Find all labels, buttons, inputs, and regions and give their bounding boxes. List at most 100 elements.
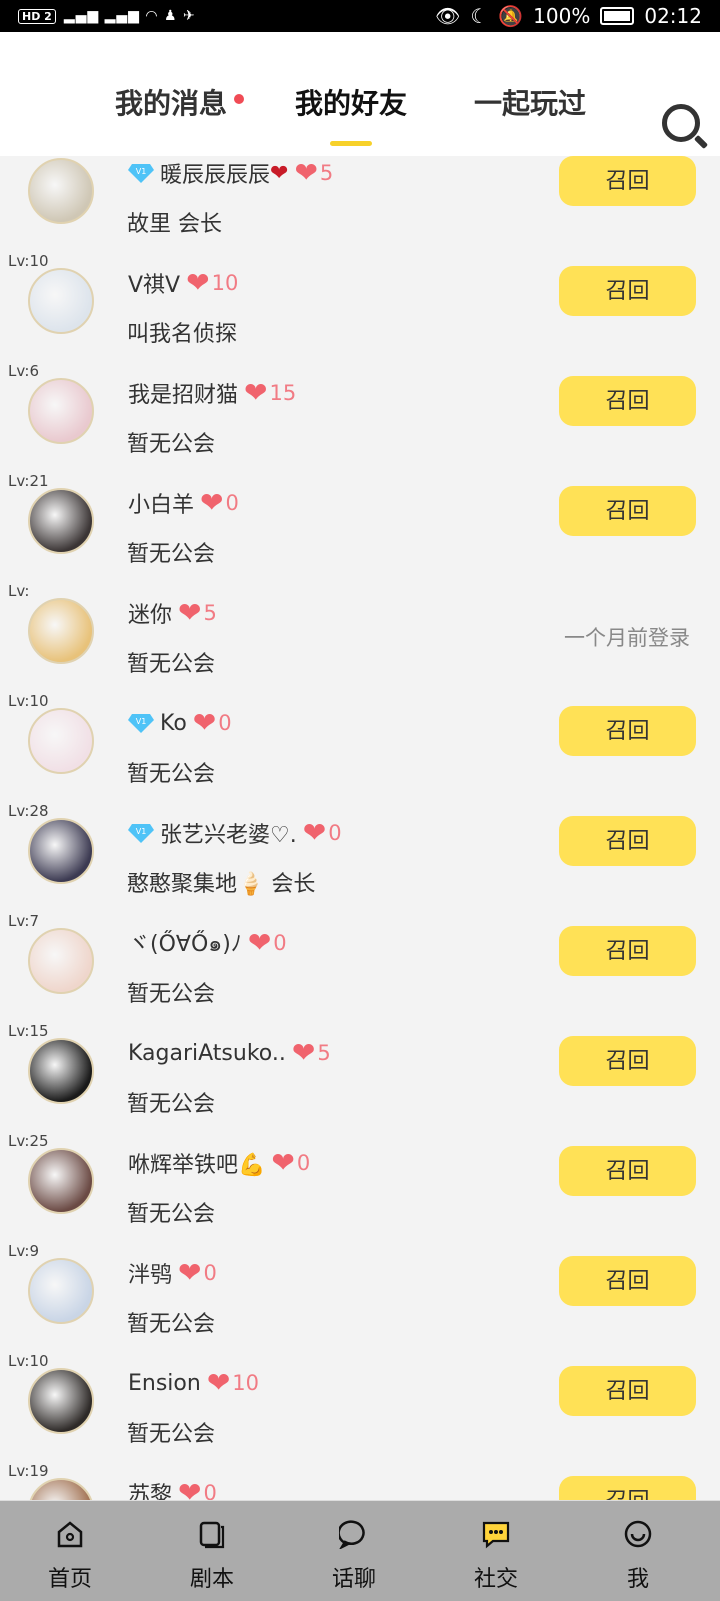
hd-badge: HD 2: [18, 8, 56, 24]
recall-button[interactable]: 召回: [559, 1366, 696, 1416]
nav-item[interactable]: 剧本: [162, 1501, 262, 1601]
avatar[interactable]: [28, 818, 94, 884]
friend-row[interactable]: Lv:28 V1 张艺兴老婆♡. ❤ 0 憨憨聚集地🍦 会长 召回: [0, 802, 720, 914]
friend-row[interactable]: Lv: 迷你 ❤ 5 暂无公会 一个月前登录: [0, 582, 720, 694]
home-icon: [55, 1519, 85, 1549]
friend-row[interactable]: Lv:20V1暖辰辰辰辰❤❤5故里 会长召回: [0, 156, 720, 254]
tab-my-friends[interactable]: 我的好友: [295, 82, 407, 122]
recall-button[interactable]: 召回: [559, 1256, 696, 1306]
guild-label: 憨憨聚集地🍦 会长: [127, 872, 316, 897]
heart-icon: ❤: [291, 1036, 316, 1069]
friend-row[interactable]: Lv:15 KagariAtsuko.. ❤ 5 暂无公会 召回: [0, 1022, 720, 1134]
social-chat-icon: [481, 1519, 511, 1549]
heart-icon: ❤: [244, 376, 268, 409]
avatar[interactable]: [28, 158, 94, 224]
heart-count: 0: [328, 821, 342, 845]
profile-icon: [623, 1519, 653, 1549]
level-label: Lv:19: [8, 1462, 49, 1480]
avatar[interactable]: [28, 488, 94, 554]
avatar[interactable]: [28, 1368, 94, 1434]
guild-label: 暂无公会: [127, 1422, 216, 1447]
friend-list[interactable]: Lv:20V1暖辰辰辰辰❤❤5故里 会长召回Lv:10V祺V❤10叫我名侦探召回…: [0, 156, 720, 1500]
friend-row[interactable]: Lv:10 V祺V ❤ 10 叫我名侦探 召回: [0, 252, 720, 364]
recall-button[interactable]: 召回: [559, 1036, 696, 1086]
vip-diamond-icon: V1: [128, 162, 154, 184]
level-label: Lv:21: [8, 472, 49, 490]
heart-icon: ❤: [186, 266, 210, 299]
friend-row[interactable]: Lv:9 泮鸮 ❤ 0 暂无公会 召回: [0, 1242, 720, 1354]
avatar[interactable]: [28, 268, 94, 334]
heart-icon: ❤: [192, 706, 217, 739]
recall-button[interactable]: 召回: [559, 706, 696, 756]
friend-name: Ko: [160, 710, 187, 736]
level-label: Lv:25: [8, 1132, 49, 1150]
name-line: 苏黎 ❤ 0: [128, 1476, 217, 1501]
avatar[interactable]: [28, 1478, 94, 1500]
avatar[interactable]: [28, 708, 94, 774]
battery-level: 100%: [533, 4, 591, 28]
heart-count: 0: [218, 711, 232, 735]
level-label: Lv:9: [8, 1242, 40, 1260]
nav-label: 话聊: [331, 1567, 376, 1592]
name-line: V祺V ❤ 10: [128, 266, 239, 299]
avatar[interactable]: [28, 1258, 94, 1324]
nav-label: 剧本: [189, 1567, 234, 1592]
level-label: Lv:10: [8, 1352, 49, 1370]
recall-button[interactable]: 召回: [559, 266, 696, 316]
avatar[interactable]: [28, 1038, 94, 1104]
friend-name: ヾ(Ő∀Ő๑)ﾉ: [128, 931, 242, 957]
recall-button[interactable]: 召回: [559, 816, 696, 866]
tab-my-messages[interactable]: 我的消息: [115, 82, 227, 122]
heart-icon: ❤: [178, 1476, 202, 1501]
friend-row[interactable]: Lv:19 苏黎 ❤0 召回: [0, 1462, 720, 1501]
friend-row[interactable]: Lv:25 咻辉举铁吧💪 ❤ 0 暂无公会 召回: [0, 1132, 720, 1244]
guild-label: 暂无公会: [127, 542, 216, 567]
recall-button[interactable]: 召回: [559, 1476, 696, 1500]
heart-icon: ❤: [294, 156, 318, 189]
guild-label: 叫我名侦探: [127, 322, 238, 347]
red-heart-emoji: ❤: [270, 160, 289, 186]
name-line: V1 Ko ❤ 0: [128, 708, 232, 738]
heart-count: 5: [203, 601, 217, 625]
friend-name: 小白羊: [128, 493, 195, 518]
heart-count: 0: [225, 491, 239, 515]
recall-button[interactable]: 召回: [559, 156, 696, 206]
avatar[interactable]: [28, 378, 94, 444]
friend-row[interactable]: Lv:7 ヾ(Ő∀Ő๑)ﾉ ❤ 0 暂无公会 召回: [0, 912, 720, 1024]
nav-label: 我: [626, 1567, 649, 1592]
notification-dot: [234, 94, 244, 104]
vip-diamond-icon: V1: [128, 822, 154, 844]
heart-count: 0: [296, 1151, 311, 1175]
guild-label: 暂无公会: [127, 432, 216, 457]
heart-count: 10: [211, 271, 239, 295]
friend-row[interactable]: Lv:10 Ension ❤ 10 暂无公会 召回: [0, 1352, 720, 1464]
nav-item[interactable]: 我: [588, 1501, 688, 1601]
friend-name: 我是招财猫: [128, 383, 239, 408]
friend-name: 苏黎: [128, 1483, 173, 1500]
avatar[interactable]: [28, 598, 94, 664]
recall-button[interactable]: 召回: [559, 486, 696, 536]
recall-button[interactable]: 召回: [559, 376, 696, 426]
nav-item[interactable]: 话聊: [304, 1501, 404, 1601]
recall-button[interactable]: 召回: [559, 926, 696, 976]
tab-played-together[interactable]: 一起玩过: [474, 82, 586, 122]
friend-row[interactable]: Lv:10 V1 Ko ❤ 0 暂无公会 召回: [0, 692, 720, 804]
book-icon: [197, 1519, 227, 1549]
nav-item[interactable]: 社交: [446, 1501, 546, 1601]
name-line: V1 暖辰辰辰辰 ❤ ❤ 5: [128, 158, 333, 188]
avatar[interactable]: [28, 1148, 94, 1214]
nav-label: 首页: [47, 1567, 92, 1592]
heart-icon: ❤: [178, 1256, 202, 1289]
friend-row[interactable]: Lv:21 小白羊 ❤ 0 暂无公会 召回: [0, 472, 720, 584]
name-line: 小白羊 ❤ 0: [128, 488, 239, 519]
level-label: Lv:: [8, 582, 30, 600]
friend-row[interactable]: Lv:6 我是招财猫 ❤ 15 暂无公会 召回: [0, 362, 720, 474]
name-line: KagariAtsuko.. ❤ 5: [128, 1038, 331, 1068]
nav-item[interactable]: 首页: [20, 1501, 120, 1601]
heart-icon: ❤: [206, 1366, 231, 1399]
avatar[interactable]: [28, 928, 94, 994]
search-icon[interactable]: [662, 104, 700, 142]
svg-text:V1: V1: [136, 717, 147, 726]
friend-name: 张艺兴老婆♡.: [160, 823, 297, 848]
recall-button[interactable]: 召回: [559, 1146, 696, 1196]
